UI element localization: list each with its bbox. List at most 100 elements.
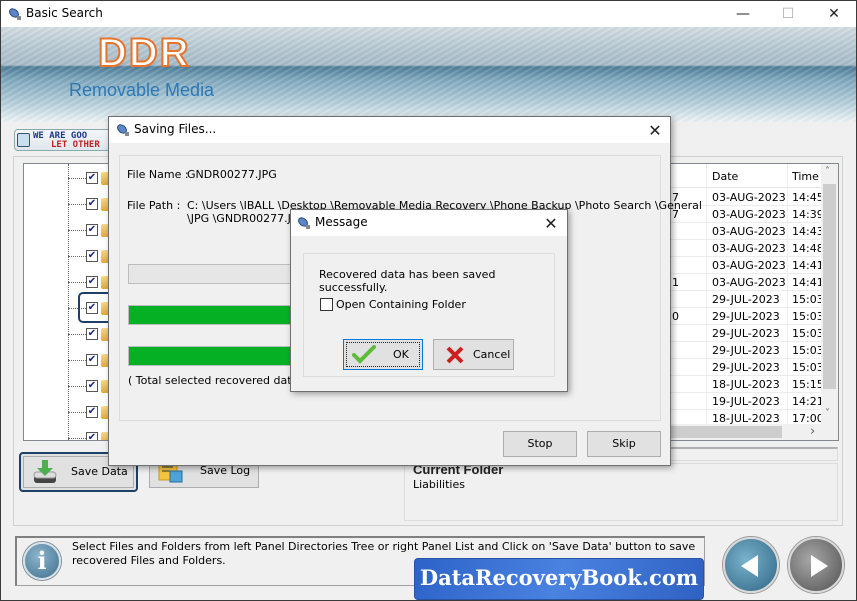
list-item-name-partial: 0 bbox=[672, 310, 679, 323]
tree-item-checkbox[interactable]: ✔ bbox=[86, 380, 98, 392]
list-item[interactable]: 03-AUG-2023 14:43 bbox=[670, 223, 824, 240]
list-item[interactable]: 29-JUL-2023 15:03 bbox=[670, 359, 824, 376]
skip-button[interactable]: Skip bbox=[587, 431, 661, 457]
tree-connector bbox=[68, 386, 86, 387]
tree-connector bbox=[68, 256, 86, 257]
arrow-left-icon bbox=[741, 555, 758, 577]
list-item-time: 14:41 bbox=[792, 276, 824, 289]
tree-item-checkbox[interactable]: ✔ bbox=[86, 328, 98, 340]
list-item[interactable]: 29-JUL-2023 15:03 bbox=[670, 342, 824, 359]
scroll-thumb[interactable] bbox=[823, 184, 836, 389]
maximize-button[interactable]: ☐ bbox=[777, 4, 799, 24]
list-item-date: 18-JUL-2023 bbox=[712, 378, 780, 391]
tree-item-checkbox[interactable]: ✔ bbox=[86, 250, 98, 262]
data-recovery-book-link[interactable]: DataRecoveryBook.com bbox=[414, 558, 704, 600]
list-item-date: 03-AUG-2023 bbox=[712, 242, 786, 255]
minimize-button[interactable]: — bbox=[732, 4, 754, 24]
thumbs-up-icon bbox=[17, 133, 30, 147]
open-folder-checkbox[interactable] bbox=[320, 298, 333, 311]
scroll-right-icon[interactable]: › bbox=[810, 424, 815, 439]
list-item-time: 14:48 bbox=[792, 242, 824, 255]
list-header: Date Time bbox=[670, 164, 838, 188]
column-header-time[interactable]: Time bbox=[792, 170, 819, 183]
list-item[interactable]: 19-JUL-2023 14:21 bbox=[670, 393, 824, 410]
list-item-date: 29-JUL-2023 bbox=[712, 327, 780, 340]
header-banner: DDR Removable Media bbox=[1, 27, 856, 122]
total-data-text: ( Total selected recovered data to bbox=[128, 374, 313, 387]
list-item-date: 03-AUG-2023 bbox=[712, 225, 786, 238]
like-badge-line2: LET OTHER bbox=[51, 140, 100, 150]
title-bar: Basic Search — ☐ ✕ bbox=[1, 1, 856, 27]
tree-connector bbox=[68, 334, 86, 335]
vertical-scrollbar[interactable]: ˄ ˅ bbox=[821, 164, 838, 426]
tree-connector bbox=[68, 360, 86, 361]
stop-button[interactable]: Stop bbox=[503, 431, 577, 457]
like-us-badge[interactable]: WE ARE GOO LET OTHER bbox=[14, 129, 114, 151]
horizontal-scrollbar[interactable]: › bbox=[670, 424, 838, 440]
tree-item-checkbox[interactable]: ✔ bbox=[86, 224, 98, 236]
product-name: Removable Media bbox=[69, 80, 215, 100]
list-item-time: 15:03 bbox=[792, 327, 824, 340]
file-name-label: File Name : bbox=[127, 168, 189, 181]
x-icon bbox=[445, 345, 465, 368]
main-window: Basic Search — ☐ ✕ DDR Removable Media W… bbox=[0, 0, 857, 601]
scroll-up-icon[interactable]: ˄ bbox=[825, 166, 830, 177]
list-item-date: 19-JUL-2023 bbox=[712, 395, 780, 408]
list-item[interactable]: 29-JUL-2023 15:03 bbox=[670, 291, 824, 308]
list-item-date: 29-JUL-2023 bbox=[712, 361, 780, 374]
app-icon bbox=[115, 122, 131, 138]
window-title: Basic Search bbox=[26, 6, 103, 20]
scroll-down-icon[interactable]: ˅ bbox=[825, 408, 830, 419]
column-header-date[interactable]: Date bbox=[712, 170, 738, 183]
file-name-value: GNDR00277.JPG bbox=[187, 168, 277, 181]
previous-button[interactable] bbox=[723, 537, 779, 593]
list-item[interactable]: 18-JUL-2023 15:15 bbox=[670, 376, 824, 393]
list-item-date: 03-AUG-2023 bbox=[712, 276, 786, 289]
current-folder-value: Liabilities bbox=[413, 478, 465, 491]
saving-dialog-title-bar: Saving Files... ✕ bbox=[109, 117, 670, 143]
close-icon[interactable]: ✕ bbox=[646, 121, 664, 140]
tree-item-checkbox[interactable]: ✔ bbox=[86, 172, 98, 184]
list-item[interactable]: 1 03-AUG-2023 14:41 bbox=[670, 274, 824, 291]
tree-connector bbox=[68, 412, 86, 413]
tree-item-checkbox[interactable]: ✔ bbox=[86, 198, 98, 210]
list-item-date: 29-JUL-2023 bbox=[712, 344, 780, 357]
tree-item-checkbox[interactable]: ✔ bbox=[86, 406, 98, 418]
list-item-time: 15:15 bbox=[792, 378, 824, 391]
file-path-label: File Path : bbox=[127, 199, 181, 212]
list-item[interactable]: 03-AUG-2023 14:41 bbox=[670, 257, 824, 274]
list-item-time: 15:03 bbox=[792, 310, 824, 323]
tree-connector bbox=[68, 230, 86, 231]
ok-label: OK bbox=[393, 348, 409, 361]
list-item[interactable]: 0 29-JUL-2023 15:03 bbox=[670, 308, 824, 325]
close-button[interactable]: ✕ bbox=[823, 4, 845, 24]
ok-button[interactable]: OK bbox=[343, 339, 423, 370]
list-item-time: 14:39 bbox=[792, 208, 824, 221]
list-item[interactable]: 03-AUG-2023 14:48 bbox=[670, 240, 824, 257]
list-item[interactable]: 29-JUL-2023 15:03 bbox=[670, 325, 824, 342]
logo-ddr: DDR bbox=[97, 30, 191, 76]
list-item-name-partial: 1 bbox=[672, 276, 679, 289]
list-item-time: 15:03 bbox=[792, 293, 824, 306]
tree-item-checkbox[interactable]: ✔ bbox=[86, 276, 98, 288]
tree-connector bbox=[68, 438, 86, 439]
overall-progress-bar bbox=[128, 305, 308, 325]
next-button[interactable] bbox=[788, 537, 844, 593]
list-item-time: 15:03 bbox=[792, 361, 824, 374]
saving-dialog-title: Saving Files... bbox=[134, 122, 217, 136]
tree-connector bbox=[68, 282, 86, 283]
list-item-date: 03-AUG-2023 bbox=[712, 191, 786, 204]
message-dialog: Message ✕ Recovered data has been saved … bbox=[290, 209, 568, 392]
total-progress-bar bbox=[128, 346, 308, 366]
tree-item-checkbox[interactable]: ✔ bbox=[86, 354, 98, 366]
checkmark-icon bbox=[352, 344, 376, 367]
list-item-date: 03-AUG-2023 bbox=[712, 259, 786, 272]
cancel-button[interactable]: Cancel bbox=[433, 339, 514, 370]
file-progress-bar bbox=[128, 264, 308, 284]
save-drive-icon bbox=[31, 458, 59, 486]
list-item-time: 14:41 bbox=[792, 259, 824, 272]
close-icon[interactable]: ✕ bbox=[542, 214, 560, 233]
hscroll-thumb[interactable] bbox=[670, 426, 782, 438]
open-folder-label[interactable]: Open Containing Folder bbox=[336, 298, 466, 311]
tree-item-checkbox[interactable]: ✔ bbox=[86, 432, 98, 440]
